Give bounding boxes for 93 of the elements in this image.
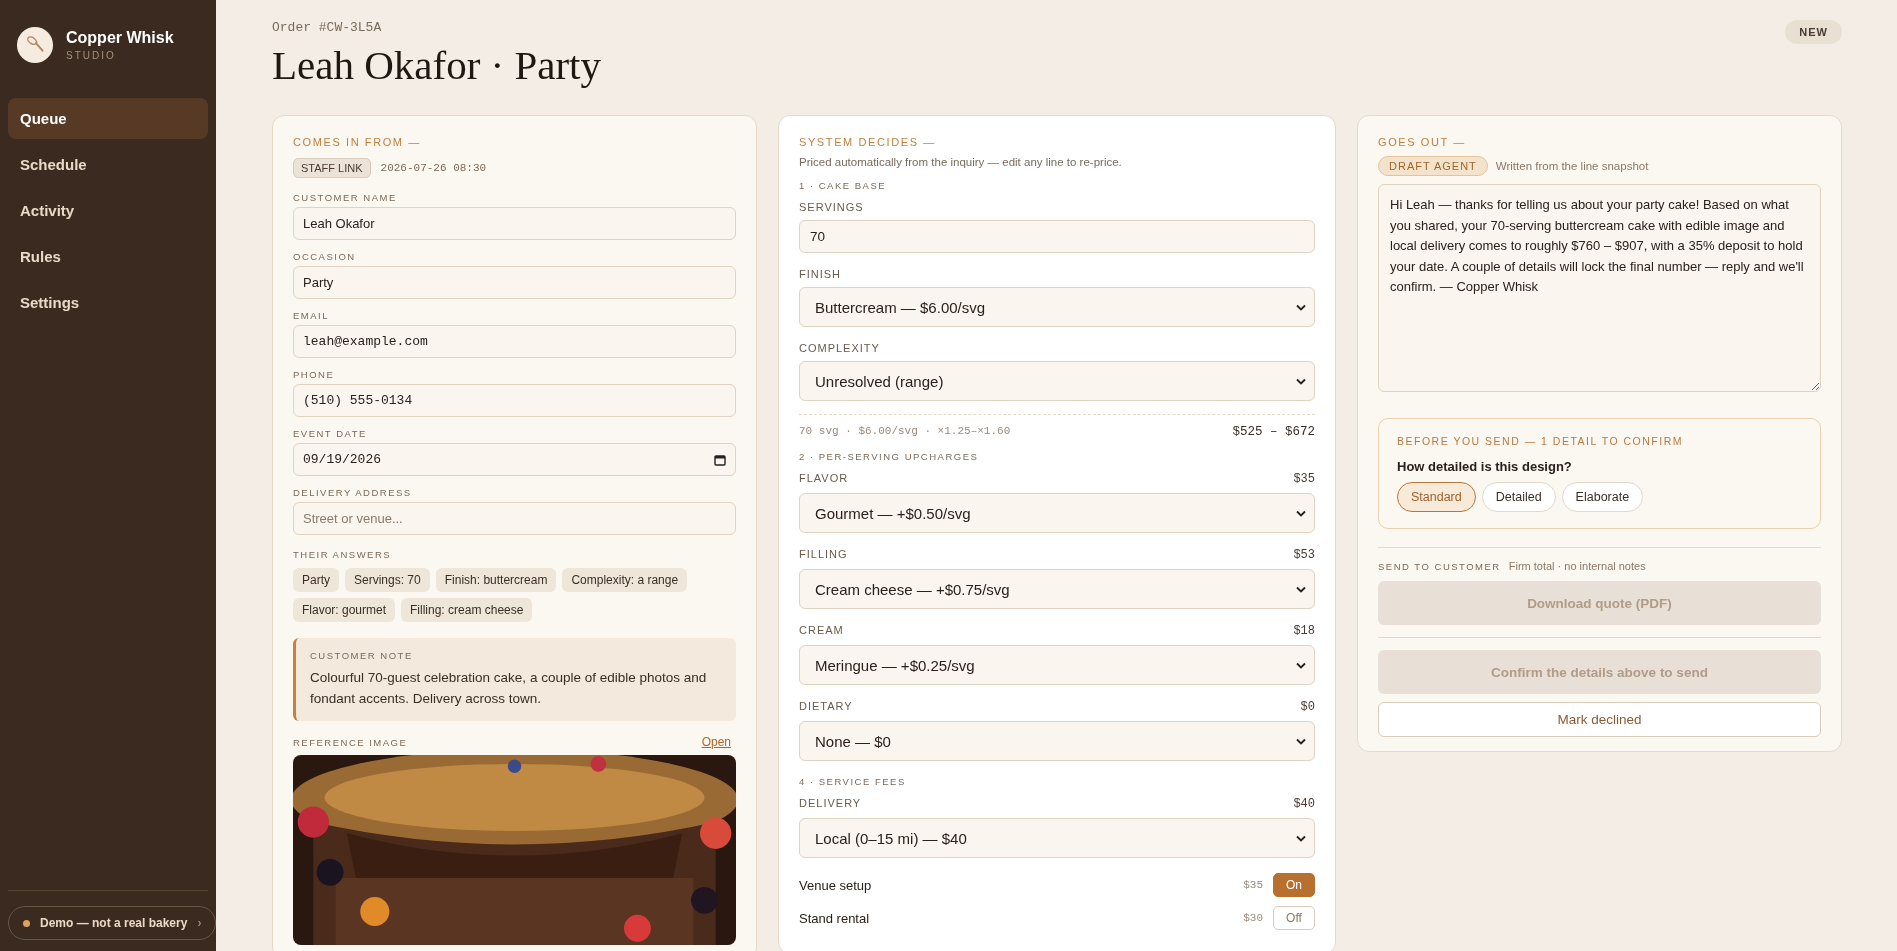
brand-name: Copper Whisk	[66, 29, 174, 47]
date-field[interactable]: 09/19/2026	[293, 443, 736, 476]
option-chip[interactable]: Elaborate	[1561, 482, 1644, 512]
field-label: FILLING	[799, 548, 848, 562]
section-title: 4 · SERVICE FEES	[799, 776, 907, 787]
dropdown[interactable]: Meringue — +$0.25/svg	[799, 645, 1315, 685]
send-note: Firm total · no internal notes	[1508, 560, 1646, 572]
option-chip[interactable]: Standard	[1397, 482, 1476, 512]
section-label: THEIR ANSWERS	[293, 549, 393, 560]
message-field[interactable]: Hi Leah — thanks for telling us about your party cake! Based on what you shared, your 70-serving buttercream cake with edible image and local delivery comes to roughly $760 – $907, with a 35% deposit to hold your date. A couple of details will lock the final number — reply and we'll confirm. — Copper Whisk	[1378, 184, 1821, 392]
dropdown[interactable]: Cream cheese — +$0.75/svg	[799, 569, 1315, 609]
draft-tag: DRAFT AGENT	[1378, 156, 1488, 176]
whisk-logo-icon	[16, 26, 54, 64]
brand-subtitle: STUDIO	[66, 50, 117, 61]
field-label: EVENT DATE	[293, 428, 368, 439]
panel-heading: GOES OUT —	[1378, 136, 1467, 148]
section-label: REFERENCE IMAGE	[293, 736, 408, 748]
section-title: 2 · PER-SERVING UPCHARGES	[799, 451, 980, 462]
demo-pill[interactable]: Demo — not a real bakery ›	[8, 906, 217, 940]
chevron-icon	[1296, 509, 1306, 517]
status-dot-icon	[23, 919, 30, 927]
chevron-icon	[1296, 661, 1306, 669]
input-field[interactable]: Street or venue...	[293, 502, 736, 535]
input-field[interactable]: (510) 555-0134	[293, 384, 736, 417]
send-label: SEND TO CUSTOMER	[1378, 561, 1501, 572]
open-link[interactable]: Open	[701, 735, 731, 749]
answer-chip: Finish: buttercream	[435, 568, 557, 592]
dropdown[interactable]: None — $0	[799, 721, 1315, 761]
order-number: Order #CW-3L5A	[272, 20, 383, 35]
panel-heading: SYSTEM DECIDES —	[799, 136, 937, 148]
field-label: COMPLEXITY	[799, 342, 880, 354]
nav-item[interactable]: Schedule	[8, 144, 208, 185]
chevron-icon	[1296, 303, 1306, 311]
chevron-icon	[1296, 737, 1306, 745]
chevron-icon	[1296, 834, 1306, 842]
confirm-heading: BEFORE YOU SEND — 1 DETAIL TO CONFIRM	[1397, 435, 1684, 447]
field-label: SERVINGS	[799, 201, 864, 213]
field-label: EMAIL	[293, 310, 330, 321]
price-formula: 70 svg · $6.00/svg · ×1.25–×1.60	[799, 425, 1011, 439]
received-time: 2026-07-26 08:30	[380, 162, 487, 174]
panel-heading: COMES IN FROM —	[293, 136, 422, 148]
field-label: PHONE	[293, 369, 336, 380]
source-tag: STAFF LINK	[293, 158, 371, 178]
calendar-icon	[714, 453, 726, 466]
field-label: DELIVERY ADDRESS	[293, 487, 413, 498]
chevron-icon	[1296, 377, 1306, 385]
field-label: FLAVOR	[799, 472, 849, 486]
answer-chip: Flavor: gourmet	[293, 598, 396, 622]
dropdown[interactable]: Buttercream — $6.00/svg	[799, 287, 1315, 327]
note-text: Colourful 70-guest celebration cake, a couple of edible photos and fondant accents. Delivery across town.	[310, 669, 708, 708]
chevron-icon	[1296, 585, 1306, 593]
panel-subtitle: Priced automatically from the inquiry — edit any line to re-price.	[799, 156, 1123, 168]
answer-chip: Complexity: a range	[562, 568, 688, 592]
answer-chip: Party	[293, 568, 339, 592]
input-field[interactable]: Leah Okafor	[293, 207, 736, 240]
nav-item[interactable]: Settings	[8, 282, 208, 323]
toggle-button[interactable]: On	[1273, 873, 1315, 897]
field-label: DELIVERY	[799, 797, 862, 811]
note-label: CUSTOMER NOTE	[310, 650, 414, 661]
fee-label: Venue setup	[799, 877, 873, 893]
line-amount: $18	[1293, 624, 1315, 638]
dropdown[interactable]: Local (0–15 mi) — $40	[799, 818, 1315, 858]
nav-item[interactable]: Activity	[8, 190, 208, 231]
tag-note: Written from the line snapshot	[1495, 160, 1649, 172]
dropdown[interactable]: Gourmet — +$0.50/svg	[799, 493, 1315, 533]
line-amount: $40	[1293, 797, 1315, 811]
field-label: OCCASION	[293, 251, 357, 262]
nav-item[interactable]: Queue	[8, 98, 208, 139]
field-label: CREAM	[799, 624, 844, 638]
nav-item[interactable]: Rules	[8, 236, 208, 277]
question-text: How detailed is this design?	[1397, 459, 1573, 474]
dropdown[interactable]: Unresolved (range)	[799, 361, 1315, 401]
fee-amount: $30	[1243, 912, 1263, 924]
field-label: CUSTOMER NAME	[293, 192, 398, 203]
input-field[interactable]: 70	[799, 220, 1315, 253]
line-amount: $35	[1293, 472, 1315, 486]
page-title: Leah Okafor · Party	[272, 41, 601, 89]
answer-chip: Servings: 70	[345, 568, 430, 592]
field-label: DIETARY	[799, 700, 853, 714]
price-range: $525 – $672	[1232, 425, 1315, 439]
toggle-button[interactable]: Off	[1273, 906, 1315, 930]
fee-label: Stand rental	[799, 910, 871, 926]
field-label: FINISH	[799, 268, 842, 280]
option-chip[interactable]: Detailed	[1481, 482, 1556, 512]
answer-chip: Filling: cream cheese	[401, 598, 533, 622]
section-title: 1 · CAKE BASE	[799, 180, 888, 191]
line-amount: $0	[1300, 700, 1315, 714]
input-field[interactable]: Party	[293, 266, 736, 299]
fee-amount: $35	[1243, 879, 1263, 891]
line-amount: $53	[1293, 548, 1315, 562]
input-field[interactable]: leah@example.com	[293, 325, 736, 358]
decline-button[interactable]: Mark declined	[1378, 702, 1821, 737]
status-badge: NEW	[1785, 20, 1842, 44]
